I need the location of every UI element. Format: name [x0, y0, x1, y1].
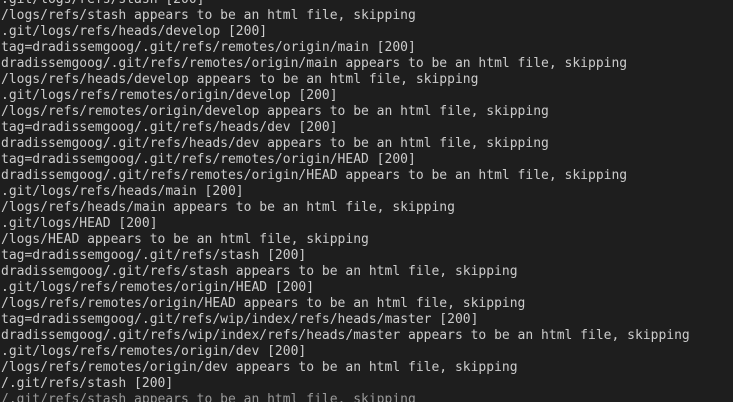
terminal-line: /logs/refs/heads/main appears to be an h…: [1, 200, 455, 215]
terminal-output: .git/logs/refs/stash [200]/logs/refs/sta…: [0, 0, 733, 402]
terminal-line: /logs/refs/remotes/origin/HEAD appears t…: [1, 296, 526, 311]
terminal-line: .git/logs/refs/stash [200]: [1, 0, 733, 8]
terminal-line: tag=dradissemgoog/.git/refs/heads/dev [2…: [1, 120, 338, 135]
terminal-line: .git/logs/refs/remotes/origin/dev [200]: [1, 344, 307, 359]
terminal-line: /logs/refs/remotes/origin/dev appears to…: [1, 360, 518, 375]
terminal-line: /logs/refs/stash appears to be an html f…: [1, 8, 416, 23]
terminal-line: /.git/refs/stash [200]: [1, 376, 174, 391]
terminal-window[interactable]: .git/logs/refs/stash [200]/logs/refs/sta…: [0, 0, 733, 402]
terminal-line: /logs/refs/remotes/origin/develop appear…: [1, 104, 549, 119]
terminal-line: /logs/refs/heads/develop appears to be a…: [1, 72, 479, 87]
terminal-line: /logs/HEAD appears to be an html file, s…: [1, 232, 369, 247]
terminal-line: .git/logs/refs/remotes/origin/develop [2…: [1, 88, 338, 103]
terminal-line: dradissemgoog/.git/refs/remotes/origin/H…: [1, 168, 628, 183]
terminal-line: tag=dradissemgoog/.git/refs/remotes/orig…: [1, 40, 416, 55]
terminal-line: .git/logs/refs/heads/main [200]: [1, 184, 244, 199]
terminal-line: tag=dradissemgoog/.git/refs/wip/index/re…: [1, 312, 479, 327]
terminal-line-partial: /.git/refs/stash appears to be an html f…: [1, 392, 416, 402]
terminal-line: dradissemgoog/.git/refs/stash appears to…: [1, 264, 518, 279]
terminal-line: dradissemgoog/.git/refs/wip/index/refs/h…: [1, 328, 690, 343]
terminal-line: .git/logs/refs/heads/develop [200]: [1, 24, 268, 39]
terminal-line: tag=dradissemgoog/.git/refs/stash [200]: [1, 248, 307, 263]
terminal-line: dradissemgoog/.git/refs/heads/dev appear…: [1, 136, 549, 151]
terminal-line: .git/logs/HEAD [200]: [1, 216, 158, 231]
terminal-line: tag=dradissemgoog/.git/refs/remotes/orig…: [1, 152, 416, 167]
terminal-line: dradissemgoog/.git/refs/remotes/origin/m…: [1, 56, 628, 71]
terminal-line: .git/logs/refs/remotes/origin/HEAD [200]: [1, 280, 315, 295]
